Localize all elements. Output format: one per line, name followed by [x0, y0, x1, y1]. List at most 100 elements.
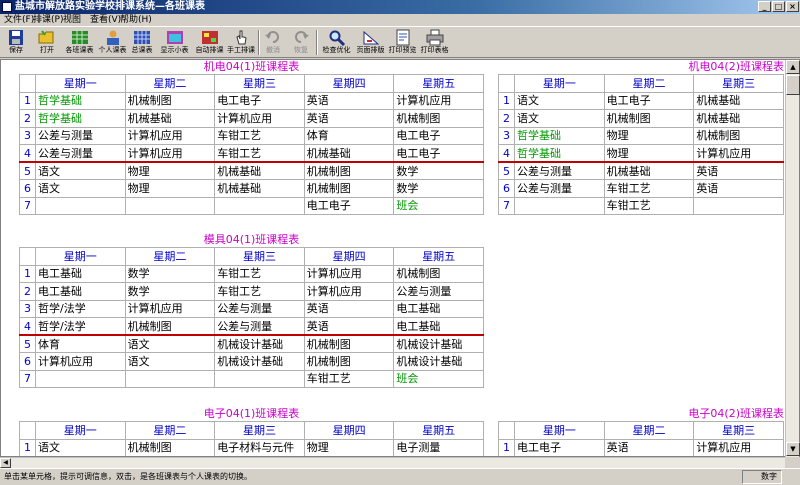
course-cell[interactable]: 公差与测量: [35, 144, 126, 163]
course-cell[interactable]: 计算机应用: [214, 109, 305, 128]
course-cell[interactable]: 物理: [124, 179, 216, 198]
course-cell[interactable]: 语文: [35, 438, 126, 456]
course-cell[interactable]: 车钳工艺: [214, 144, 305, 163]
course-cell[interactable]: 机械设计基础: [393, 352, 484, 371]
course-cell[interactable]: 电工电子: [603, 91, 695, 110]
course-cell[interactable]: 班会: [393, 196, 484, 215]
manual-schedule-button[interactable]: 手工排课: [226, 28, 256, 57]
course-cell[interactable]: 电工基础: [393, 317, 484, 336]
course-cell[interactable]: 机械基础: [693, 91, 784, 110]
course-cell[interactable]: 机械基础: [124, 109, 216, 128]
course-cell[interactable]: [124, 369, 216, 388]
course-cell[interactable]: 机械制图: [303, 334, 395, 353]
course-cell[interactable]: 公差与测量: [514, 161, 605, 180]
course-cell[interactable]: 哲学基础: [35, 91, 126, 110]
course-cell[interactable]: 语文: [35, 161, 126, 180]
check-optimize-button[interactable]: 检查优化: [320, 28, 353, 57]
course-cell[interactable]: 物理: [124, 161, 216, 180]
course-cell[interactable]: 计算机应用: [124, 299, 216, 318]
class-table-button[interactable]: 各班课表: [63, 28, 96, 57]
course-cell[interactable]: [514, 196, 605, 215]
course-cell[interactable]: 机械基础: [303, 144, 395, 163]
print-preview-button[interactable]: 打印预览: [386, 28, 419, 57]
scroll-left-arrow[interactable]: ◀: [0, 458, 11, 468]
course-cell[interactable]: 公差与测量: [393, 282, 484, 301]
course-cell[interactable]: 计算机应用: [124, 126, 216, 145]
scroll-up-arrow[interactable]: ▲: [786, 60, 800, 74]
close-button[interactable]: ×: [786, 1, 799, 12]
course-cell[interactable]: 英语: [693, 179, 784, 198]
course-cell[interactable]: 计算机应用: [303, 264, 395, 283]
maximize-button[interactable]: □: [772, 1, 785, 12]
course-cell[interactable]: [35, 369, 126, 388]
course-cell[interactable]: 计算机应用: [303, 282, 395, 301]
menu-help[interactable]: 帮助(H): [120, 14, 152, 26]
course-cell[interactable]: 英语: [603, 438, 695, 456]
print-table-button[interactable]: 打印表格: [418, 28, 451, 57]
course-cell[interactable]: 机械制图: [124, 317, 216, 336]
course-cell[interactable]: 数学: [124, 282, 216, 301]
course-cell[interactable]: [124, 196, 216, 215]
scroll-thumb[interactable]: [786, 75, 800, 95]
course-cell[interactable]: 机械制图: [303, 179, 395, 198]
course-cell[interactable]: 公差与测量: [214, 317, 305, 336]
course-cell[interactable]: 车钳工艺: [214, 282, 305, 301]
course-cell[interactable]: 机械制图: [303, 352, 395, 371]
course-cell[interactable]: 机械设计基础: [214, 334, 305, 353]
course-cell[interactable]: 公差与测量: [35, 126, 126, 145]
course-cell[interactable]: 电工电子: [214, 91, 305, 110]
course-cell[interactable]: 英语: [693, 161, 784, 180]
course-cell[interactable]: 计算机应用: [124, 144, 216, 163]
course-cell[interactable]: [35, 196, 126, 215]
course-cell[interactable]: 哲学/法学: [35, 299, 126, 318]
auto-schedule-button[interactable]: 自动排课: [193, 28, 226, 57]
course-cell[interactable]: 物理: [603, 126, 695, 145]
course-cell[interactable]: 机械制图: [124, 438, 216, 456]
course-cell[interactable]: 数学: [124, 264, 216, 283]
course-cell[interactable]: [214, 369, 305, 388]
course-cell[interactable]: 计算机应用: [693, 438, 784, 456]
course-cell[interactable]: 哲学基础: [35, 109, 126, 128]
timetable-view[interactable]: 机电04(1)班课程表 星期一 星期二 星期三 星期四 星期五 1 哲学基础 机…: [0, 59, 800, 457]
scroll-down-arrow[interactable]: ▼: [786, 442, 800, 456]
course-cell[interactable]: 机械基础: [214, 179, 305, 198]
open-button[interactable]: 打开: [34, 28, 60, 57]
course-cell[interactable]: 英语: [303, 109, 395, 128]
menu-file[interactable]: 文件(F): [4, 14, 34, 26]
course-cell[interactable]: 车钳工艺: [303, 369, 395, 388]
course-cell[interactable]: 机械设计基础: [214, 352, 305, 371]
course-cell[interactable]: 体育: [35, 334, 126, 353]
course-cell[interactable]: 机械制图: [603, 109, 695, 128]
course-cell[interactable]: 语文: [35, 179, 126, 198]
horizontal-scrollbar[interactable]: ◀: [0, 457, 785, 468]
course-cell[interactable]: 车钳工艺: [214, 126, 305, 145]
course-cell[interactable]: 英语: [303, 299, 395, 318]
redo-button[interactable]: 恢复: [290, 28, 312, 57]
undo-button[interactable]: 撤消: [262, 28, 284, 57]
course-cell[interactable]: 电子材料与元件: [214, 438, 305, 456]
course-cell[interactable]: 语文: [514, 109, 605, 128]
course-cell[interactable]: 语文: [514, 91, 605, 110]
course-cell[interactable]: 哲学/法学: [35, 317, 126, 336]
menu-look[interactable]: 查看(V): [90, 14, 121, 26]
course-cell[interactable]: [693, 196, 784, 215]
page-layout-button[interactable]: 页面排版: [354, 28, 387, 57]
course-cell[interactable]: 数学: [393, 161, 484, 180]
course-cell[interactable]: 电工电子: [393, 144, 484, 163]
course-cell[interactable]: 电工电子: [514, 438, 605, 456]
course-cell[interactable]: 哲学基础: [514, 144, 605, 163]
course-cell[interactable]: 车钳工艺: [214, 264, 305, 283]
course-cell[interactable]: 体育: [303, 126, 395, 145]
course-cell[interactable]: 机械制图: [303, 161, 395, 180]
course-cell[interactable]: [214, 196, 305, 215]
course-cell[interactable]: 物理: [303, 438, 395, 456]
course-cell[interactable]: 电子测量: [393, 438, 484, 456]
course-cell[interactable]: 计算机应用: [35, 352, 126, 371]
course-cell[interactable]: 机械制图: [693, 126, 784, 145]
course-cell[interactable]: 计算机应用: [393, 91, 484, 110]
course-cell[interactable]: 语文: [124, 352, 216, 371]
course-cell[interactable]: 公差与测量: [214, 299, 305, 318]
course-cell[interactable]: 机械基础: [693, 109, 784, 128]
personal-table-button[interactable]: 个人课表: [96, 28, 129, 57]
course-cell[interactable]: 英语: [303, 317, 395, 336]
